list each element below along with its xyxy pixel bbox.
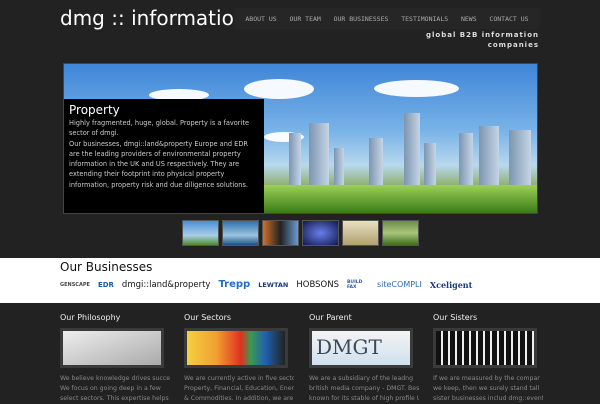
nav-our-businesses[interactable]: OUR BUSINESSES <box>334 15 389 23</box>
parent-text: british media company - DMGT. Best <box>309 385 419 392</box>
parent-text: We are a subsidiary of the leadng <box>309 375 414 382</box>
nav-our-team[interactable]: OUR TEAM <box>290 15 321 23</box>
sisters-text: If we are measured by the compar <box>433 375 540 382</box>
logo-hobsons[interactable]: HOBSONS <box>296 280 339 290</box>
our-businesses-band: Our Businesses GENSCAPE EDR dmgi::land&p… <box>0 258 600 303</box>
logo-genscape[interactable]: GENSCAPE <box>60 282 90 288</box>
philosophy-image[interactable] <box>60 328 164 368</box>
logo-lewtan[interactable]: LEWTAN <box>258 281 288 289</box>
logo-edr[interactable]: EDR <box>98 281 114 289</box>
parent-image[interactable]: DMGT <box>309 328 413 368</box>
column-philosophy: Our Philosophy We believe knowledge driv… <box>60 313 170 404</box>
hero-title: Property <box>69 103 120 117</box>
sisters-text: sister businesses includ dmg::event <box>433 395 543 402</box>
tagline: global B2B information companies <box>425 31 539 49</box>
business-logos: GENSCAPE EDR dmgi::land&property Trepp L… <box>60 277 472 292</box>
column-sectors: Our Sectors We are currently active in f… <box>184 313 294 404</box>
thumbnail-4[interactable] <box>302 220 339 246</box>
column-sisters: Our Sisters If we are measured by the co… <box>433 313 543 404</box>
site-logo[interactable]: dmg :: information <box>60 6 247 30</box>
logo-trepp[interactable]: Trepp <box>218 279 250 290</box>
sectors-title[interactable]: Our Sectors <box>184 313 294 322</box>
philosophy-text: We believe knowledge drives success. <box>60 375 170 382</box>
main-nav: ABOUT US OUR TEAM OUR BUSINESSES TESTIMO… <box>235 8 539 29</box>
nav-testimonials[interactable]: TESTIMONIALS <box>401 15 448 23</box>
philosophy-text: select sectors. This expertise helps us <box>60 395 170 402</box>
philosophy-text: We focus on going deep in a few <box>60 385 161 392</box>
sectors-text: Property, Financial, Education, Energy <box>184 385 294 392</box>
logo-buildfax[interactable]: BUILD FAX <box>347 280 369 290</box>
hero-body-2: Our businesses, dmgi::land&property Euro… <box>69 139 249 189</box>
parent-text: known for its stable of high profile UK <box>309 395 419 402</box>
philosophy-title[interactable]: Our Philosophy <box>60 313 170 322</box>
sisters-title[interactable]: Our Sisters <box>433 313 543 322</box>
thumbnail-2[interactable] <box>222 220 259 246</box>
nav-contact-us[interactable]: CONTACT US <box>489 15 528 23</box>
logo-sitecompli[interactable]: siteCOMPLI <box>377 280 422 289</box>
sectors-image[interactable] <box>184 328 288 368</box>
parent-title[interactable]: Our Parent <box>309 313 419 322</box>
column-parent: Our Parent DMGT We are a subsidiary of t… <box>309 313 419 404</box>
sisters-image[interactable] <box>433 328 537 368</box>
hero-caption: Property Highly fragmented, huge, global… <box>64 99 264 213</box>
nav-news[interactable]: NEWS <box>461 15 477 23</box>
thumbnail-5[interactable] <box>342 220 379 246</box>
hero-body: Highly fragmented, huge, global. Propert… <box>69 119 249 138</box>
logo-xceligent[interactable]: Xceligent <box>430 280 472 290</box>
thumbnail-3[interactable] <box>262 220 299 246</box>
hero-slider[interactable]: Property Highly fragmented, huge, global… <box>63 63 538 214</box>
nav-about-us[interactable]: ABOUT US <box>245 15 276 23</box>
slider-thumbnails <box>182 220 419 246</box>
logo-dmgi-land-property[interactable]: dmgi::land&property <box>122 280 211 290</box>
sectors-text: We are currently active in five sectors: <box>184 375 294 382</box>
businesses-title: Our Businesses <box>60 260 153 274</box>
sisters-text: we keep, then we surely stand tall <box>433 385 540 392</box>
thumbnail-6[interactable] <box>382 220 419 246</box>
thumbnail-1[interactable] <box>182 220 219 246</box>
sectors-text: & Commodities. In addition, we are <box>184 395 294 402</box>
